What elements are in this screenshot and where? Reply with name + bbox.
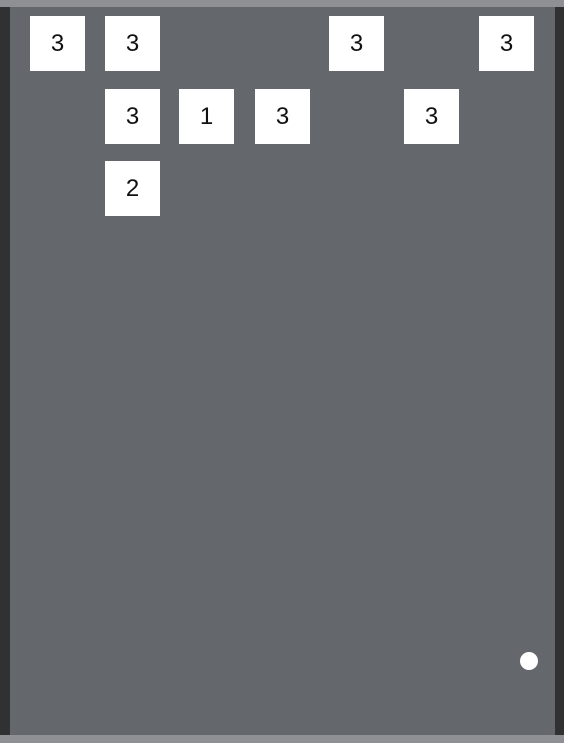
block[interactable]: 2: [105, 161, 160, 216]
block[interactable]: 3: [105, 89, 160, 144]
block[interactable]: 3: [404, 89, 459, 144]
right-wall: [555, 7, 564, 735]
block[interactable]: 3: [30, 16, 85, 71]
block[interactable]: 3: [255, 89, 310, 144]
top-frame-bar: [0, 0, 564, 7]
block[interactable]: 3: [105, 16, 160, 71]
bottom-frame-bar: [0, 735, 564, 743]
block[interactable]: 3: [329, 16, 384, 71]
left-wall: [0, 7, 10, 735]
block[interactable]: 1: [179, 89, 234, 144]
ball[interactable]: [520, 652, 538, 670]
block[interactable]: 3: [479, 16, 534, 71]
game-board[interactable]: 3 3 3 3 3 1 3 3 2: [10, 7, 555, 735]
